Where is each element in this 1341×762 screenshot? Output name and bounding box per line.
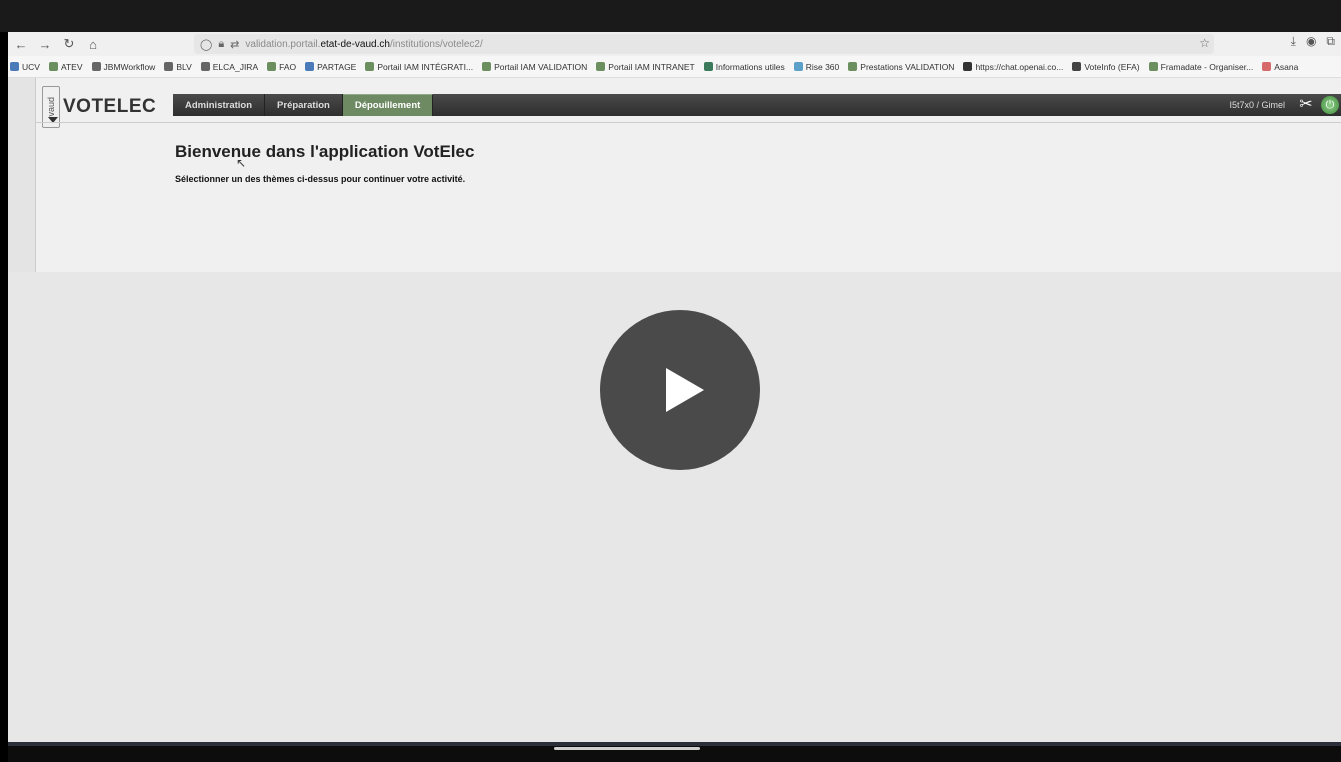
app-left-gutter [8, 78, 36, 272]
logo-text: vaud [46, 97, 56, 117]
bookmark-item[interactable]: JBMWorkflow [91, 61, 156, 72]
screen: ← → ↻ ⌂ ◯ 🔒︎ ⇄ validation.portail. etat-d… [8, 32, 1341, 742]
bookmark-item[interactable]: UCV [10, 62, 40, 72]
bookmark-label: ATEV [60, 61, 83, 72]
bookmark-star-icon[interactable]: ☆ [1199, 36, 1210, 50]
main-menu: Administration Préparation Dépouillement… [173, 94, 1341, 116]
welcome-subtitle: Sélectionner un des thèmes ci-dessus pou… [175, 174, 466, 184]
url-domain: etat-de-vaud.ch [320, 38, 390, 50]
bookmark-item[interactable]: Portail IAM INTRANET [596, 61, 695, 72]
play-button[interactable] [600, 310, 760, 470]
menu-preparation[interactable]: Préparation [265, 94, 343, 116]
bookmarks-bar: UCV ATEV JBMWorkflow BLV ELCA_JIRA FAO PARTAGE… [8, 56, 1341, 78]
bookmark-label: https://chat.openai.co... [975, 61, 1064, 72]
account-icon[interactable]: ◉ [1306, 34, 1316, 49]
tools-icon[interactable]: ✂ [1297, 96, 1315, 114]
lock-icon: 🔒︎ [218, 37, 225, 50]
forward-icon[interactable]: → [34, 33, 56, 55]
bookmark-favicon-icon [365, 62, 375, 71]
bookmark-favicon-icon [10, 62, 19, 71]
shield-icon: ◯ [200, 38, 213, 51]
bookmark-item[interactable]: PARTAGE [305, 62, 356, 72]
bookmark-label: Rise 360 [805, 61, 840, 72]
bookmark-favicon-icon [48, 62, 58, 71]
bookmark-favicon-icon [91, 62, 101, 71]
user-info: I5t7x0 / Gimel [1229, 100, 1285, 110]
menu-administration[interactable]: Administration [173, 94, 266, 116]
bookmark-item[interactable]: VoteInfo (EFA) [1072, 61, 1140, 72]
bookmark-item[interactable]: FAO [267, 62, 296, 72]
bookmark-label: ELCA_JIRA [212, 61, 259, 72]
bookmark-item[interactable]: https://chat.openai.co... [963, 62, 1063, 72]
download-icon[interactable]: ⤓ [1291, 34, 1296, 49]
bookmark-label: PARTAGE [317, 61, 357, 72]
play-icon [666, 368, 704, 412]
bookmark-favicon-icon [164, 62, 174, 71]
taskbar [8, 742, 1341, 762]
bookmark-label: JBMWorkflow [103, 61, 156, 72]
bookmark-item[interactable]: BLV [164, 61, 192, 72]
bookmark-favicon-icon [793, 62, 803, 71]
bookmark-label: FAO [279, 61, 297, 72]
bookmark-favicon-icon [200, 62, 210, 71]
bookmark-item[interactable]: ELCA_JIRA [200, 61, 259, 72]
url-prefix: validation.portail. [245, 38, 321, 50]
bookmark-label: VoteInfo (EFA) [1084, 61, 1140, 72]
bookmark-favicon-icon [482, 62, 492, 71]
bookmark-favicon-icon [596, 62, 606, 71]
bookmark-favicon-icon [305, 62, 315, 71]
welcome-title: Bienvenue dans l'application VotElec [175, 142, 475, 161]
bookmark-favicon-icon [1148, 62, 1158, 71]
url-bar[interactable]: ◯ 🔒︎ ⇄ validation.portail. etat-de-vaud.c… [194, 34, 1214, 54]
browser-toolbar: ← → ↻ ⌂ ◯ 🔒︎ ⇄ validation.portail. etat-d… [8, 32, 1341, 56]
bookmark-item[interactable]: Asana [1262, 62, 1298, 72]
bookmark-item[interactable]: Framadate - Organiser... [1148, 61, 1254, 72]
bookmark-label: Portail IAM VALIDATION [494, 61, 588, 72]
top-black-bar [0, 0, 1341, 32]
bookmark-favicon-icon [963, 62, 973, 71]
bookmark-item[interactable]: Portail IAM INTÉGRATI... [365, 62, 473, 72]
bookmark-label: BLV [176, 61, 192, 72]
reload-icon[interactable]: ↻ [58, 33, 80, 55]
bookmark-item[interactable]: Informations utiles [703, 61, 785, 72]
taskbar-strip [8, 742, 1341, 746]
bookmark-item[interactable]: ATEV [48, 61, 83, 72]
bookmark-favicon-icon [267, 62, 277, 71]
app-area: vaud VOTELEC Administration Préparation … [8, 78, 1341, 272]
bookmark-item[interactable]: Portail IAM VALIDATION [482, 62, 587, 72]
bookmark-item[interactable]: Rise 360 [793, 61, 840, 72]
bookmark-favicon-icon [848, 62, 858, 71]
mouse-cursor-icon: ↖ [236, 156, 247, 170]
bookmark-label: Asana [1274, 61, 1299, 72]
divider [36, 122, 1341, 123]
menu-depouillement[interactable]: Dépouillement [342, 94, 434, 116]
bookmark-label: Framadate - Organiser... [1160, 61, 1254, 72]
bookmark-label: Informations utiles [715, 61, 785, 72]
bookmark-favicon-icon [1262, 62, 1272, 71]
home-icon[interactable]: ⌂ [82, 33, 104, 55]
bookmark-favicon-icon [703, 62, 713, 71]
extensions-icon[interactable]: ⧉ [1326, 34, 1335, 49]
bookmark-label: UCV [22, 61, 40, 72]
app-title: VOTELEC [63, 96, 157, 117]
power-icon[interactable]: ⏻ [1321, 96, 1339, 114]
video-progress[interactable] [554, 747, 700, 750]
bookmark-label: Portail IAM INTÉGRATI... [377, 61, 474, 72]
video-frame: ← → ↻ ⌂ ◯ 🔒︎ ⇄ validation.portail. etat-d… [0, 0, 1341, 762]
bookmark-favicon-icon [1072, 62, 1082, 71]
url-path: /institutions/votelec2/ [389, 38, 483, 50]
permissions-icon: ⇄ [230, 38, 240, 51]
bookmark-label: Prestations VALIDATION [860, 61, 955, 72]
back-icon[interactable]: ← [10, 33, 32, 55]
bookmark-item[interactable]: Prestations VALIDATION [848, 62, 954, 72]
bookmark-label: Portail IAM INTRANET [608, 61, 695, 72]
